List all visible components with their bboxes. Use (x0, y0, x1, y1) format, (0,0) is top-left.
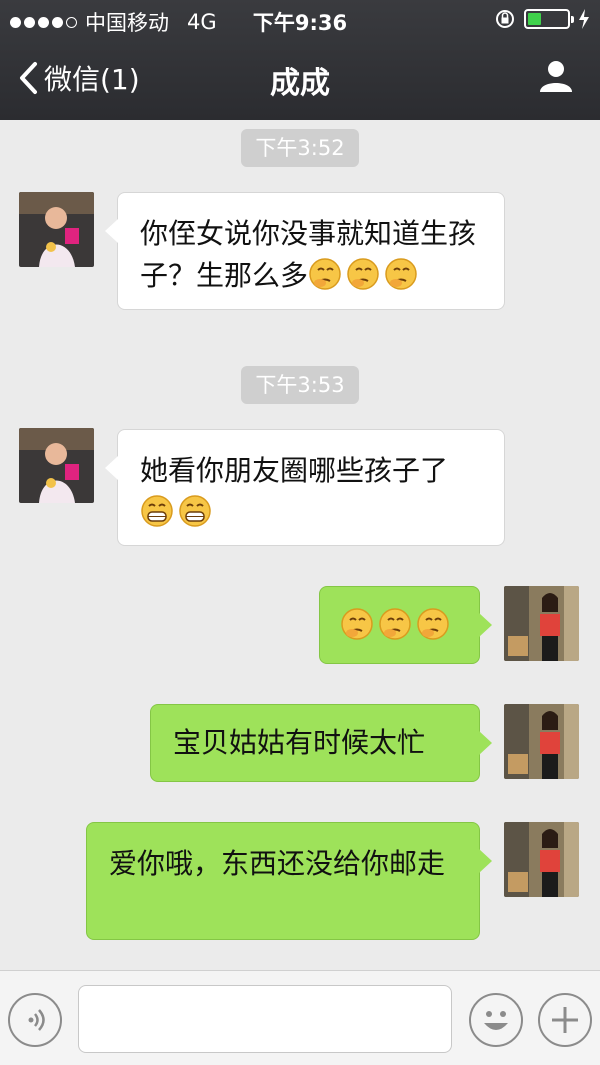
status-bar: 中国移动 4G 下午9:36 (0, 0, 600, 40)
battery-icon (524, 9, 574, 29)
timestamp: 下午3:52 (241, 129, 359, 167)
message-text: 她看你朋友圈哪些孩子了 (140, 454, 449, 487)
message-bubble-outgoing[interactable]: 宝贝姑姑有时候太忙 (150, 704, 492, 782)
thinking-emoji (385, 258, 417, 290)
message-bubble-outgoing[interactable]: 爱你哦，东西还没给你邮走 (86, 822, 492, 940)
input-bar (0, 970, 600, 1065)
top-bar: 中国移动 4G 下午9:36 微信(1) 成成 (0, 0, 600, 120)
lock-rotation-icon (496, 10, 514, 28)
plus-icon (552, 1007, 578, 1033)
my-avatar[interactable] (504, 822, 579, 897)
grin-emoji (179, 495, 211, 527)
message-text: 爱你哦，东西还没给你邮走 (109, 847, 446, 880)
message-input[interactable] (78, 985, 452, 1053)
charging-icon (579, 9, 589, 29)
emoji-icon (484, 1011, 508, 1030)
message-bubble-outgoing[interactable] (319, 586, 492, 664)
my-avatar[interactable] (504, 586, 579, 661)
message-text: 宝贝姑姑有时候太忙 (173, 726, 426, 759)
nav-bar: 微信(1) 成成 (0, 40, 600, 120)
thinking-emoji (417, 608, 449, 640)
contact-avatar[interactable] (19, 192, 94, 267)
thinking-emoji (379, 608, 411, 640)
avatar-photo (504, 704, 579, 779)
chat-title: 成成 (270, 66, 330, 101)
timestamp: 下午3:53 (241, 366, 359, 404)
message-bubble-incoming[interactable]: 你侄女说你没事就知道生孩子？生那么多 (105, 192, 505, 310)
avatar-photo (19, 428, 94, 503)
message-bubble-incoming[interactable]: 她看你朋友圈哪些孩子了 (105, 429, 505, 546)
avatar-photo (504, 586, 579, 661)
profile-icon[interactable] (538, 58, 574, 94)
thinking-emoji (309, 258, 341, 290)
grin-emoji (141, 495, 173, 527)
contact-avatar[interactable] (19, 428, 94, 503)
thinking-emoji (347, 258, 379, 290)
voice-icon (28, 1009, 45, 1031)
thinking-emoji (341, 608, 373, 640)
emoji-button[interactable] (469, 993, 523, 1047)
avatar-photo (504, 822, 579, 897)
avatar-photo (19, 192, 94, 267)
my-avatar[interactable] (504, 704, 579, 779)
voice-button[interactable] (8, 993, 62, 1047)
more-button[interactable] (538, 993, 592, 1047)
